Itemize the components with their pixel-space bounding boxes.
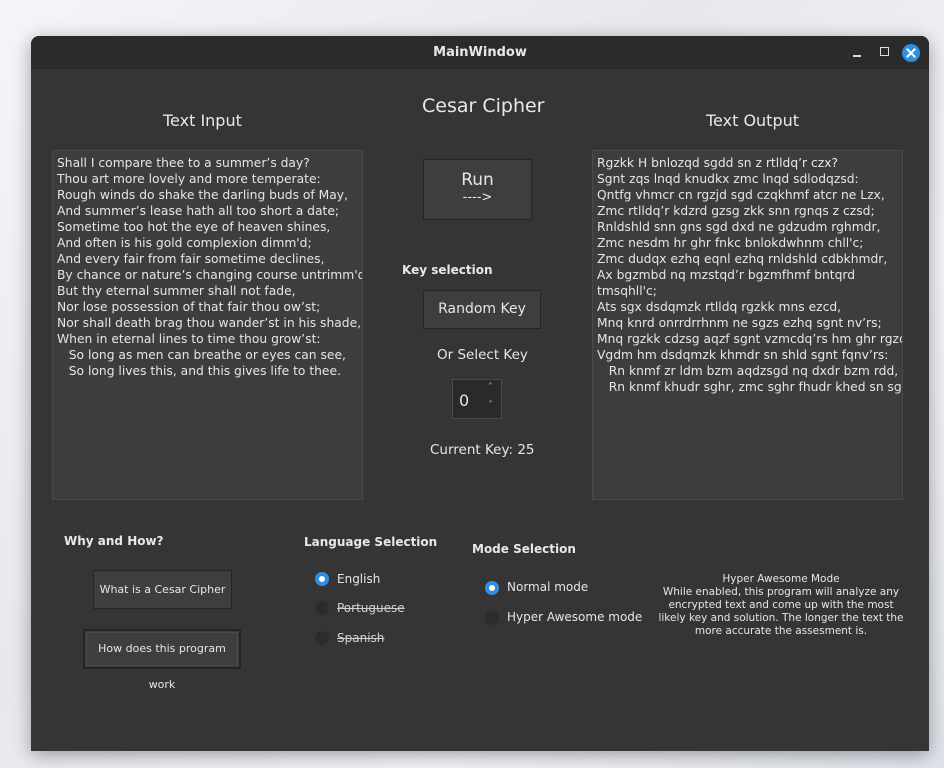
hyper-mode-note-body: While enabled, this program will analyze… (658, 586, 904, 637)
language-selection-heading: Language Selection (304, 535, 438, 549)
key-spinbox[interactable]: 0 ˄ ˅ (452, 379, 502, 419)
mode-selection-heading: Mode Selection (472, 542, 576, 556)
radio-english-label: English (337, 572, 381, 586)
random-key-button[interactable]: Random Key (423, 290, 541, 329)
app-title: Cesar Cipher (422, 95, 545, 117)
why-how-heading: Why and How? (64, 534, 164, 548)
radio-normal-mode-label: Normal mode (507, 580, 589, 594)
radio-spanish-label: Spanish (337, 631, 385, 645)
key-selection-heading: Key selection (402, 263, 493, 277)
radio-portuguese-label: Portuguese (337, 601, 405, 615)
radio-hyper-mode[interactable] (485, 611, 499, 625)
text-input-area[interactable]: Shall I compare thee to a summer’s day? … (52, 150, 363, 500)
hyper-mode-note: Hyper Awesome Mode While enabled, this p… (641, 573, 921, 638)
text-output-area[interactable]: Rgzkk H bnlozqd sgdd sn z rtlldq’r czx? … (592, 150, 903, 500)
close-icon[interactable] (902, 44, 920, 62)
spin-up-icon[interactable]: ˄ (488, 382, 493, 393)
minimize-icon[interactable] (849, 44, 865, 60)
what-is-cesar-button[interactable]: What is a Cesar Cipher (93, 570, 232, 609)
radio-spanish[interactable] (315, 631, 329, 645)
main-window: MainWindow Text Input Cesar Cipher Text … (31, 36, 929, 751)
radio-normal-mode[interactable] (485, 581, 499, 595)
radio-hyper-mode-label: Hyper Awesome mode (507, 610, 643, 624)
window-title: MainWindow (433, 45, 527, 60)
text-input-heading: Text Input (163, 111, 242, 130)
run-button[interactable]: Run ----> (423, 159, 532, 220)
spin-down-icon[interactable]: ˅ (488, 400, 493, 411)
radio-english[interactable] (315, 572, 329, 586)
key-spinbox-value: 0 (459, 391, 470, 410)
run-button-label: Run (461, 170, 494, 190)
or-select-key-label: Or Select Key (437, 347, 528, 363)
current-key-label: Current Key: 25 (430, 442, 535, 458)
text-output-heading: Text Output (706, 111, 800, 130)
hyper-mode-note-title: Hyper Awesome Mode (722, 573, 840, 585)
run-arrow: ----> (462, 190, 493, 205)
how-program-works-button[interactable]: How does this program work (83, 629, 241, 691)
maximize-icon[interactable] (877, 44, 893, 60)
title-bar[interactable]: MainWindow (31, 36, 929, 69)
radio-portuguese[interactable] (315, 601, 329, 615)
